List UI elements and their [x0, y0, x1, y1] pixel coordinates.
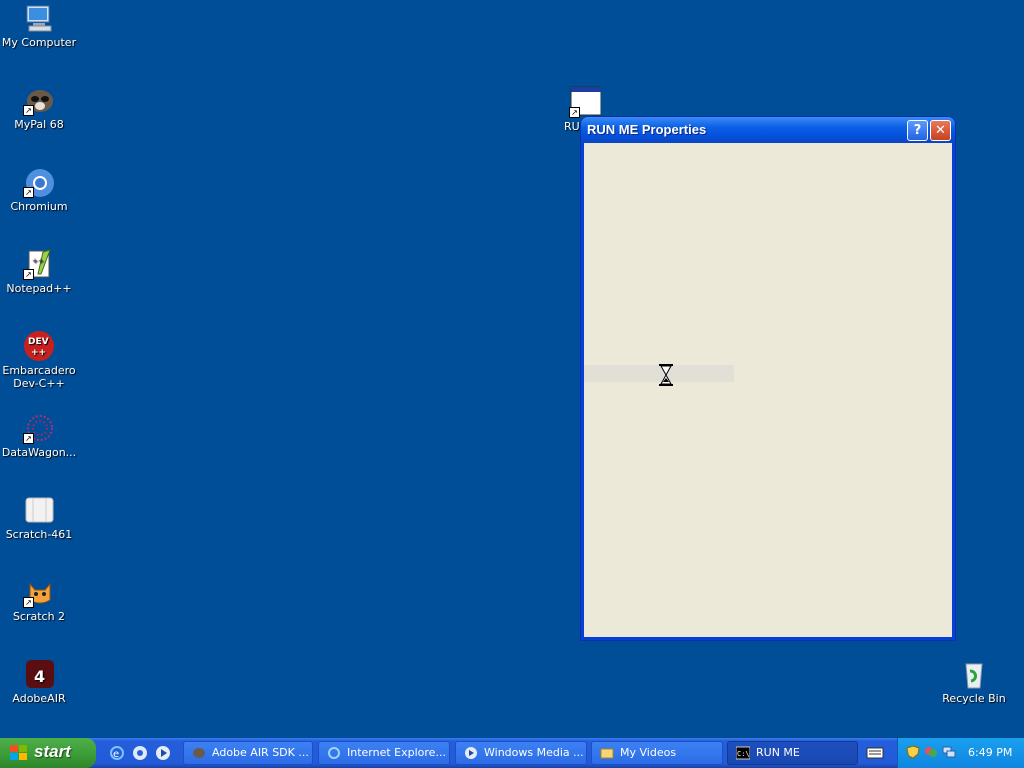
- desktop-icon-label: DataWagon...: [1, 446, 77, 459]
- svg-text:++: ++: [32, 257, 44, 265]
- adobe-air-icon: 4: [23, 658, 55, 690]
- task-adobe-air-sdk[interactable]: Adobe AIR SDK ...: [183, 741, 313, 765]
- desktop-icon-mypal[interactable]: ↗ MyPal 68: [0, 84, 78, 131]
- windows-logo-icon: [10, 745, 28, 761]
- hourglass-cursor-icon: [659, 364, 673, 386]
- desktop-icon-label: Chromium: [10, 200, 68, 213]
- task-label: Internet Explore...: [347, 746, 446, 759]
- task-windows-media[interactable]: Windows Media ...: [455, 741, 587, 765]
- system-tray: 6:49 PM: [897, 738, 1024, 768]
- task-label: Adobe AIR SDK ...: [212, 746, 309, 759]
- desktop-icon-chromium[interactable]: ↗ Chromium: [0, 166, 78, 213]
- datawagon-icon: ↗: [23, 412, 55, 444]
- close-button[interactable]: ✕: [930, 120, 951, 141]
- devcpp-icon: DEV ++: [23, 330, 55, 362]
- scratch-cat-icon: ↗: [23, 576, 55, 608]
- svg-text:++: ++: [31, 348, 46, 358]
- browser-quicklaunch-icon[interactable]: [132, 745, 148, 761]
- task-my-videos[interactable]: My Videos: [591, 741, 723, 765]
- svg-text:C:\: C:\: [737, 750, 750, 758]
- taskbar: start e Adobe AIR SDK ... Internet Explo…: [0, 738, 1024, 768]
- task-label: My Videos: [620, 746, 677, 759]
- desktop-icon-label: Scratch 2: [12, 610, 66, 623]
- keyboard-icon[interactable]: [866, 746, 884, 760]
- my-computer-icon: [23, 2, 55, 34]
- window-title: RUN ME Properties: [587, 122, 707, 137]
- svg-text:4: 4: [34, 667, 45, 686]
- clock[interactable]: 6:49 PM: [968, 746, 1012, 759]
- help-button[interactable]: ?: [907, 120, 928, 141]
- svg-text:e: e: [113, 749, 119, 760]
- network-icon[interactable]: [942, 745, 956, 759]
- security-shield-icon[interactable]: [906, 745, 920, 759]
- window-client-area: [584, 143, 952, 637]
- desktop-icon-label: Recycle Bin: [942, 692, 1006, 705]
- shortcut-arrow-icon: ↗: [23, 597, 34, 608]
- recycle-bin-icon: [958, 658, 990, 690]
- notepadpp-icon: ++ ↗: [23, 248, 55, 280]
- desktop-icon-datawagon[interactable]: ↗ DataWagon...: [0, 412, 78, 459]
- desktop-icon-devcpp[interactable]: DEV ++ Embarcadero Dev-C++: [0, 330, 78, 390]
- tray-app-icon[interactable]: [924, 745, 938, 759]
- ie-quicklaunch-icon[interactable]: e: [109, 745, 125, 761]
- shortcut-arrow-icon: ↗: [23, 187, 34, 198]
- run-me-window-icon: ↗: [569, 86, 602, 118]
- window-titlebar[interactable]: RUN ME Properties ? ✕: [581, 117, 955, 143]
- desktop-icon-label: AdobeAIR: [12, 692, 66, 705]
- start-button[interactable]: start: [0, 738, 96, 768]
- desktop-icon-notepadpp[interactable]: ++ ↗ Notepad++: [0, 248, 78, 295]
- desktop-icon-label: Notepad++: [6, 282, 72, 295]
- desktop-icon-scratch-461[interactable]: Scratch-461: [0, 494, 78, 541]
- media-quicklaunch-icon[interactable]: [155, 745, 171, 761]
- console-icon: C:\: [735, 746, 751, 760]
- desktop-icon-scratch-2[interactable]: ↗ Scratch 2: [0, 576, 78, 623]
- desktop-icon-label: Scratch-461: [5, 528, 73, 541]
- shortcut-arrow-icon: ↗: [569, 107, 580, 118]
- desktop-icon-recycle-bin[interactable]: Recycle Bin: [935, 658, 1013, 705]
- desktop-icon-label: My Computer: [1, 36, 77, 49]
- task-run-me[interactable]: C:\ RUN ME: [727, 741, 858, 765]
- ie-icon: [327, 746, 341, 760]
- shortcut-arrow-icon: ↗: [23, 105, 34, 116]
- start-label: start: [34, 742, 71, 761]
- svg-text:DEV: DEV: [28, 337, 49, 347]
- desktop-icon-label: Embarcadero Dev-C++: [2, 364, 76, 390]
- folder-icon: [600, 746, 614, 760]
- shortcut-arrow-icon: ↗: [23, 433, 34, 444]
- desktop-icon-adobe-air[interactable]: 4 AdobeAIR: [0, 658, 78, 705]
- desktop-icon-label: MyPal 68: [14, 118, 64, 131]
- properties-window[interactable]: RUN ME Properties ? ✕: [581, 117, 955, 640]
- media-player-icon: [464, 746, 478, 760]
- shortcut-arrow-icon: ↗: [23, 269, 34, 280]
- task-label: RUN ME: [756, 746, 800, 759]
- task-label: Windows Media ...: [484, 746, 584, 759]
- chromium-icon: ↗: [23, 166, 55, 198]
- mypal-icon: ↗: [23, 84, 55, 116]
- air-sdk-icon: [192, 746, 206, 760]
- task-internet-explorer[interactable]: Internet Explore...: [318, 741, 450, 765]
- desktop-icon-my-computer[interactable]: My Computer: [0, 2, 78, 49]
- scratch-folder-icon: [23, 494, 55, 526]
